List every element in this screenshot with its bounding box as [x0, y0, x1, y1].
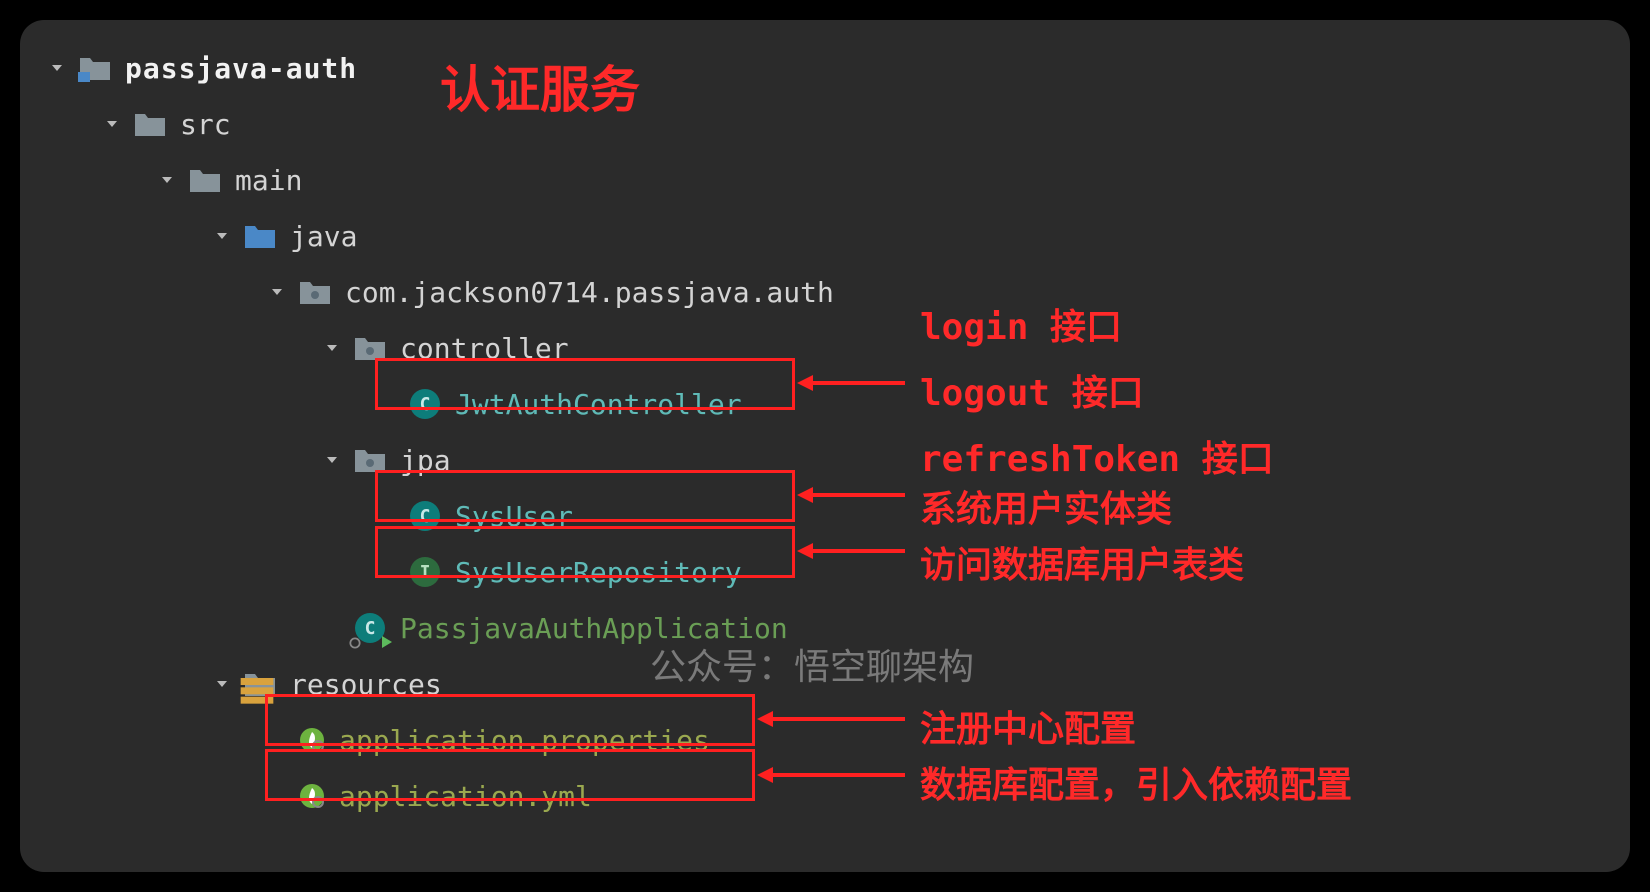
tree-label-sysuserrepo: SysUserRepository [455, 556, 742, 589]
package-folder-icon [352, 442, 388, 478]
annotation-sysuser: 系统用户实体类 [920, 480, 1172, 532]
annotation-sysuserrepo: 访问数据库用户表类 [920, 536, 1244, 588]
arrow-icon [795, 480, 915, 510]
tree-row-root[interactable]: passjava-auth [45, 40, 1605, 96]
arrow-icon [795, 368, 915, 398]
chevron-down-icon [100, 114, 124, 134]
tree-label-controller: controller [400, 332, 569, 365]
tree-row-main[interactable]: main [45, 152, 1605, 208]
arrow-icon [755, 704, 915, 734]
watermark-text: 公众号：悟空聊架构 [650, 638, 974, 690]
annotation-refreshtoken: refreshToken 接口 [920, 430, 1274, 482]
tree-label-appprops: application.properties [339, 724, 710, 757]
annotation-login: login 接口 [920, 298, 1122, 350]
arrow-icon [755, 760, 915, 790]
chevron-down-icon [210, 226, 234, 246]
tree-label-root: passjava-auth [125, 52, 357, 85]
tree-row-src[interactable]: src [45, 96, 1605, 152]
annotation-appprops: 注册中心配置 [920, 700, 1136, 752]
tree-label-resources: resources [290, 668, 442, 701]
spring-config-icon [297, 725, 327, 755]
annotation-appyml: 数据库配置，引入依赖配置 [920, 756, 1352, 808]
tree-row-java[interactable]: java [45, 208, 1605, 264]
package-folder-icon [352, 330, 388, 366]
chevron-down-icon [155, 170, 179, 190]
project-tree-panel: passjava-auth src main java [20, 20, 1630, 872]
tree-row-package[interactable]: com.jackson0714.passjava.auth [45, 264, 1605, 320]
package-folder-icon [297, 274, 333, 310]
runnable-class-icon: C [352, 610, 388, 646]
chevron-down-icon [210, 674, 234, 694]
annotation-title: 认证服务 [440, 50, 640, 122]
folder-icon [187, 162, 223, 198]
resources-folder-icon [242, 666, 278, 702]
folder-icon [132, 106, 168, 142]
module-folder-icon [77, 50, 113, 86]
chevron-down-icon [265, 282, 289, 302]
class-icon: C [407, 386, 443, 422]
tree-label-jwtauthcontroller: JwtAuthController [455, 388, 742, 421]
spring-config-icon [297, 781, 327, 811]
tree-label-jpa: jpa [400, 444, 451, 477]
tree-label-main: main [235, 164, 302, 197]
chevron-down-icon [45, 58, 69, 78]
class-icon: C [407, 498, 443, 534]
interface-icon: I [407, 554, 443, 590]
tree-label-appyml: application.yml [339, 780, 592, 813]
tree-label-java: java [290, 220, 357, 253]
tree-label-package: com.jackson0714.passjava.auth [345, 276, 834, 309]
chevron-down-icon [320, 450, 344, 470]
tree-label-sysuser: SysUser [455, 500, 573, 533]
annotation-logout: logout 接口 [920, 364, 1144, 416]
chevron-down-icon [320, 338, 344, 358]
source-folder-icon [242, 218, 278, 254]
arrow-icon [795, 536, 915, 566]
tree-label-src: src [180, 108, 231, 141]
